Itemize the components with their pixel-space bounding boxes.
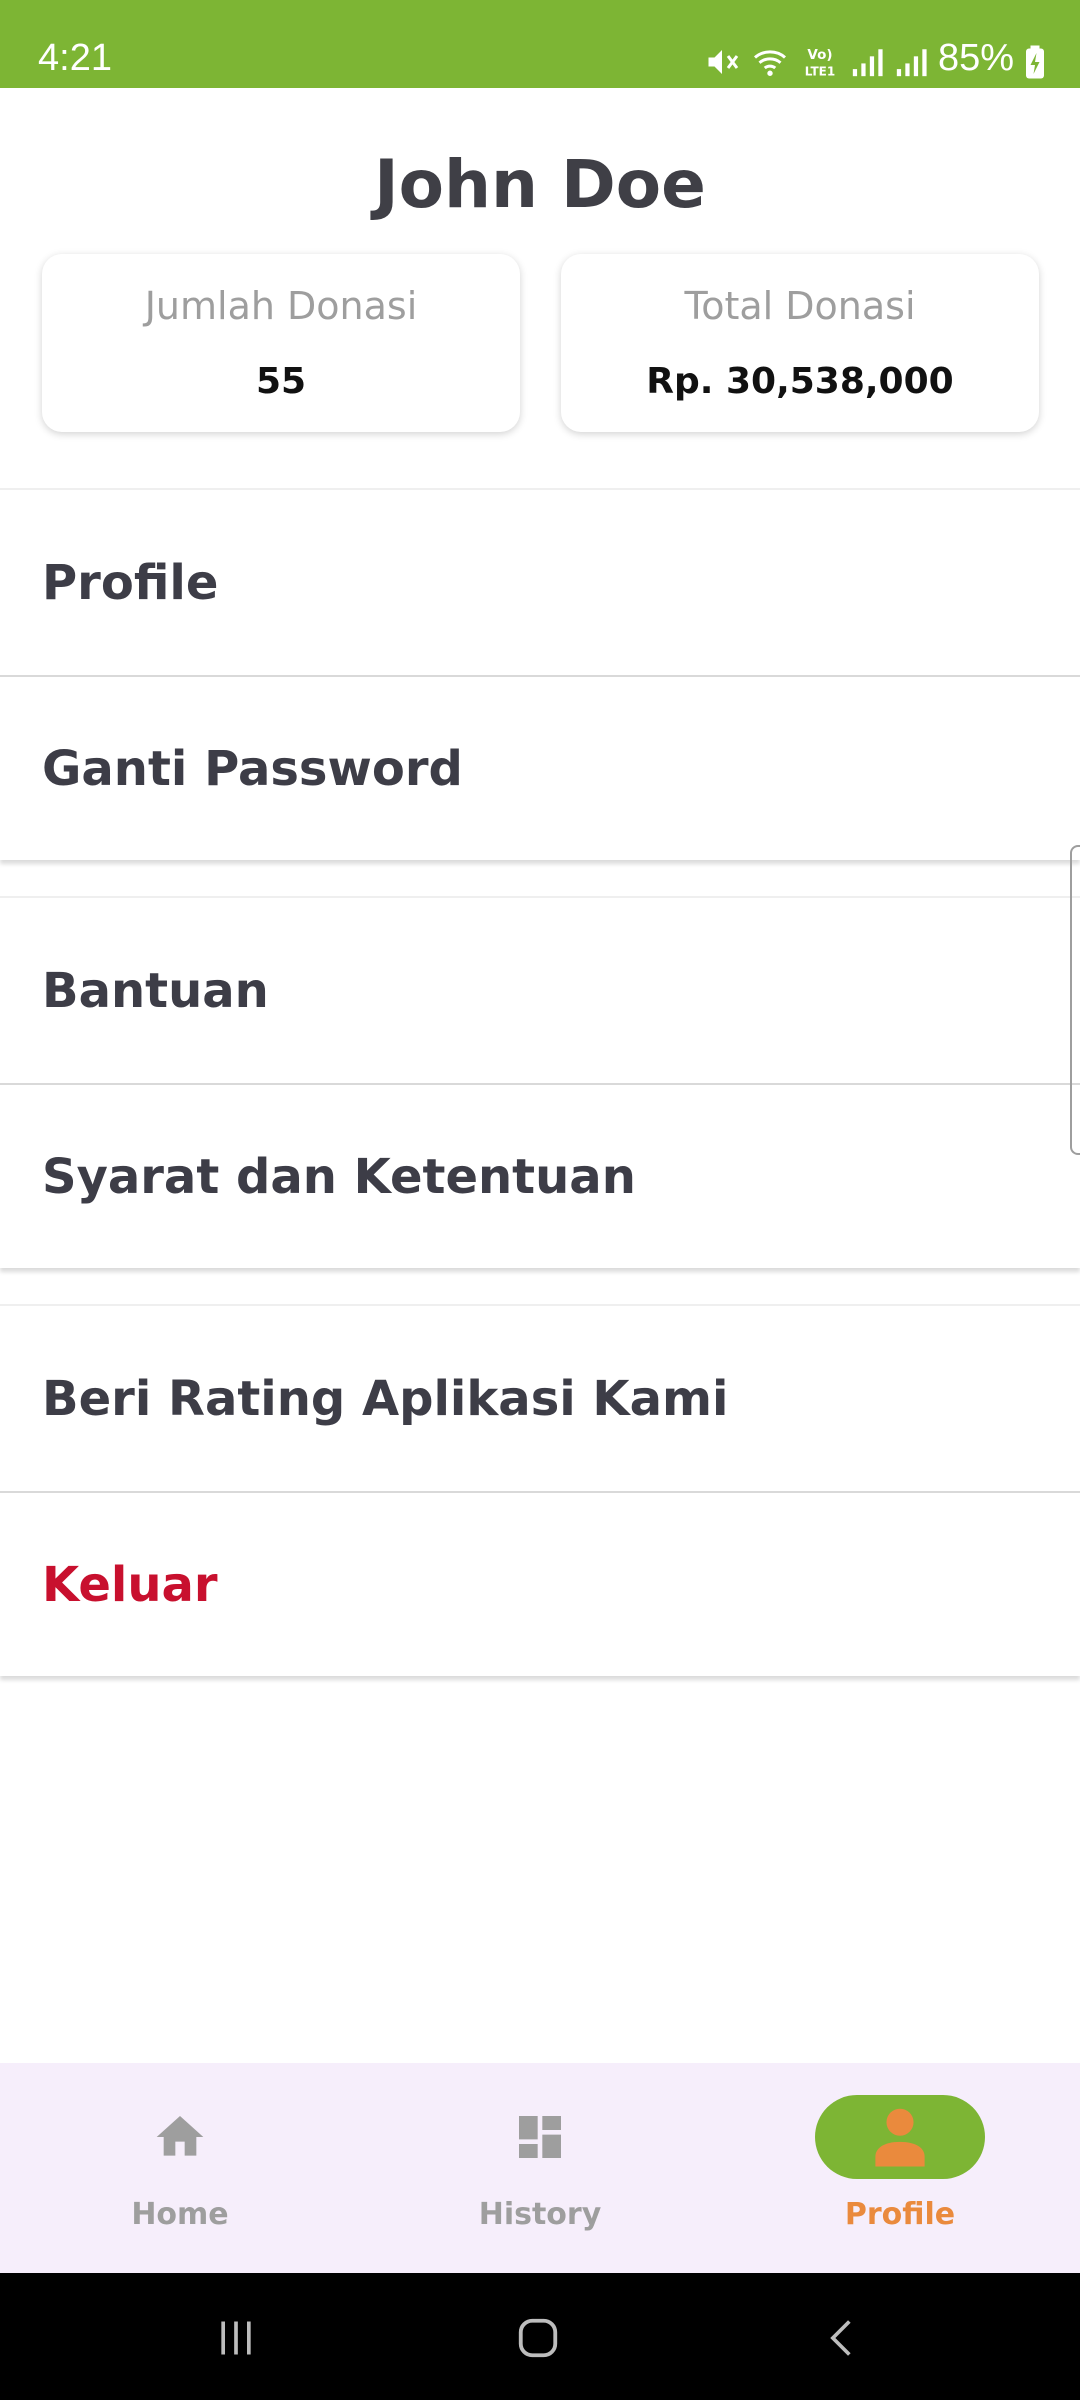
recent-apps-button[interactable] bbox=[176, 2303, 296, 2373]
donation-total-card: Total Donasi Rp. 30,538,000 bbox=[561, 254, 1039, 432]
system-nav-bar bbox=[0, 2273, 1080, 2400]
nav-label-history: History bbox=[478, 2197, 602, 2232]
nav-item-history[interactable]: History bbox=[360, 2063, 720, 2273]
account-menu-group: Profile Ganti Password bbox=[0, 488, 1080, 860]
menu-item-logout[interactable]: Keluar bbox=[0, 1491, 1080, 1676]
nav-item-home[interactable]: Home bbox=[0, 2063, 360, 2273]
menu-item-profile[interactable]: Profile bbox=[0, 490, 1080, 675]
battery-charging-icon bbox=[1026, 45, 1044, 79]
donation-total-label: Total Donasi bbox=[684, 284, 916, 328]
svg-text:LTE1: LTE1 bbox=[805, 65, 835, 79]
home-button[interactable] bbox=[478, 2303, 598, 2373]
nav-pill-profile-active bbox=[815, 2095, 985, 2179]
user-name: John Doe bbox=[374, 146, 706, 223]
recent-apps-icon bbox=[221, 2321, 251, 2355]
scroll-indicator[interactable] bbox=[1070, 845, 1080, 1155]
back-icon bbox=[830, 2320, 851, 2356]
donation-total-value: Rp. 30,538,000 bbox=[646, 361, 954, 402]
dashboard-icon bbox=[519, 2116, 561, 2158]
person-icon bbox=[875, 2108, 925, 2167]
menu-item-terms[interactable]: Syarat dan Ketentuan bbox=[0, 1083, 1080, 1268]
info-menu-group: Bantuan Syarat dan Ketentuan bbox=[0, 896, 1080, 1268]
nav-pill-home bbox=[95, 2095, 265, 2179]
menu-item-rate-app[interactable]: Beri Rating Aplikasi Kami bbox=[0, 1306, 1080, 1491]
donation-count-label: Jumlah Donasi bbox=[144, 284, 418, 328]
home-circle-icon bbox=[518, 2318, 558, 2358]
svg-text:Vo): Vo) bbox=[807, 47, 832, 63]
status-time: 4:21 bbox=[38, 37, 112, 79]
nav-item-profile[interactable]: Profile bbox=[720, 2063, 1080, 2273]
status-bar: 4:21 Vo) LTE1 85% bbox=[0, 0, 1080, 88]
home-icon bbox=[156, 2116, 204, 2156]
battery-percent: 85% bbox=[937, 37, 1014, 79]
nav-label-profile: Profile bbox=[844, 2197, 956, 2232]
app-menu-group: Beri Rating Aplikasi Kami Keluar bbox=[0, 1304, 1080, 1676]
status-icons: Vo) LTE1 85% bbox=[704, 36, 1046, 80]
signal-icon bbox=[852, 49, 883, 77]
wifi-icon bbox=[753, 50, 786, 76]
donation-count-card: Jumlah Donasi 55 bbox=[42, 254, 520, 432]
menu-item-help[interactable]: Bantuan bbox=[0, 898, 1080, 1083]
signal-icon bbox=[896, 49, 927, 77]
nav-pill-history bbox=[455, 2095, 625, 2179]
donation-count-value: 55 bbox=[255, 361, 307, 402]
back-button[interactable] bbox=[782, 2303, 902, 2373]
nav-label-home: Home bbox=[131, 2197, 229, 2232]
mute-icon bbox=[708, 50, 739, 74]
volte-icon: Vo) LTE1 bbox=[805, 47, 835, 79]
bottom-nav: Home History Profile bbox=[0, 2063, 1080, 2273]
menu-item-change-password[interactable]: Ganti Password bbox=[0, 675, 1080, 860]
